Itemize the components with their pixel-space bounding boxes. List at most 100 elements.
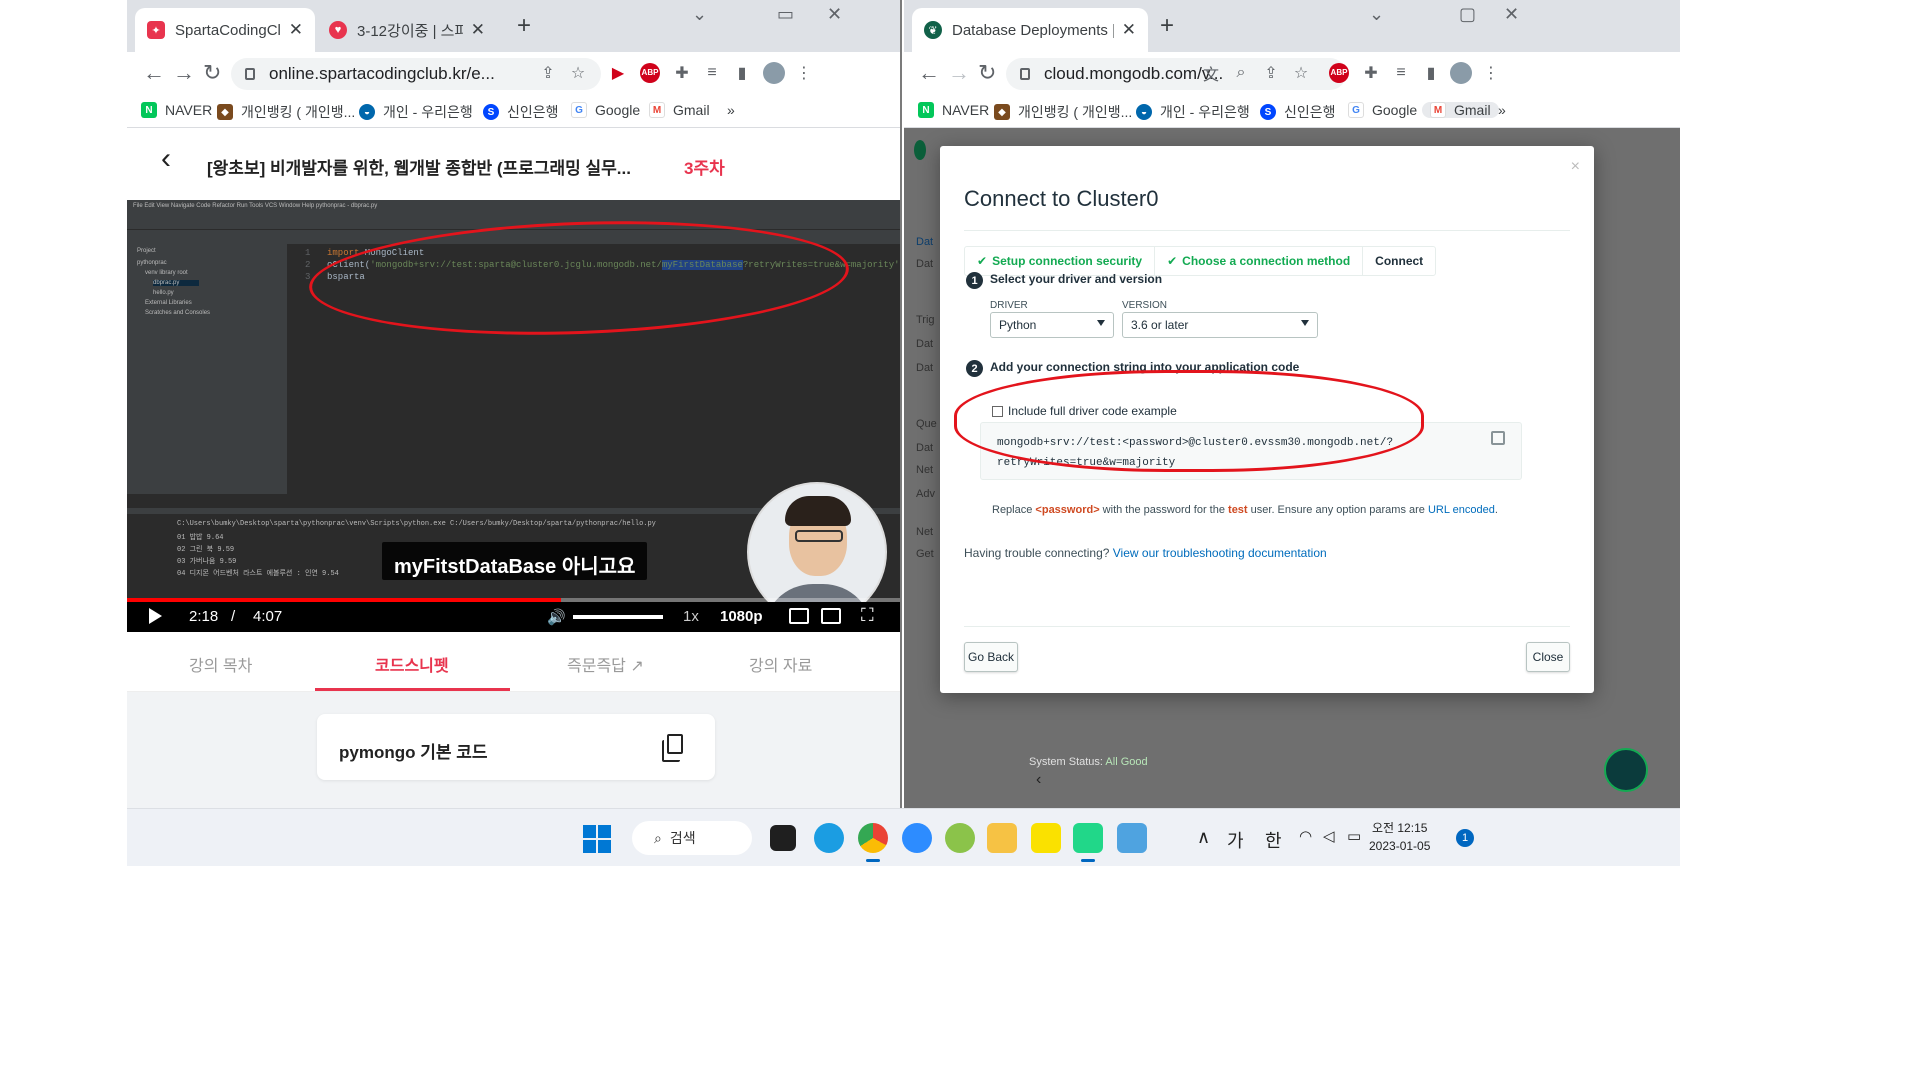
driver-select[interactable]: Python <box>990 312 1114 338</box>
play-icon[interactable] <box>149 608 162 624</box>
bookmark-star-icon[interactable]: ☆ <box>567 62 589 84</box>
tab-lecture-contents[interactable]: 강의 목차 <box>189 652 252 676</box>
zoom-icon[interactable]: ⌕ <box>1230 62 1252 84</box>
bookmark-google[interactable]: G Google <box>1348 102 1417 118</box>
new-tab-icon[interactable]: + <box>517 12 531 40</box>
minimize-icon[interactable]: ▭ <box>777 4 794 25</box>
tab-lecture-materials[interactable]: 강의 자료 <box>749 652 812 676</box>
share-icon[interactable]: ⇪ <box>537 62 559 84</box>
close-tab-icon[interactable]: ✕ <box>471 20 485 40</box>
troubleshooting-link[interactable]: View our troubleshooting documentation <box>1113 546 1327 560</box>
picture-in-picture-icon[interactable] <box>821 608 841 624</box>
volume-icon[interactable]: 🔊 <box>547 608 566 626</box>
zoom-icon[interactable] <box>902 823 932 853</box>
kebab-menu-icon[interactable]: ⋮ <box>793 62 815 84</box>
bookmark-gmail[interactable]: M Gmail <box>1422 102 1499 118</box>
chat-support-icon[interactable] <box>1604 748 1648 792</box>
copy-connection-icon[interactable] <box>1491 431 1505 445</box>
bookmark-personal-banking[interactable]: ◆ 개인뱅킹 ( 개인뱅... <box>994 102 1132 122</box>
wifi-icon[interactable]: ◠ <box>1299 827 1312 845</box>
tray-overflow-icon[interactable]: ∧ <box>1197 827 1210 848</box>
windows-start-icon[interactable] <box>583 825 611 853</box>
subtitles-icon[interactable] <box>789 608 809 624</box>
go-back-button[interactable]: Go Back <box>964 642 1018 672</box>
battery-icon[interactable]: ▭ <box>1347 827 1361 845</box>
kebab-menu-icon[interactable]: ⋮ <box>1480 62 1502 84</box>
translate-icon[interactable]: 文 <box>1200 62 1222 84</box>
side-panel-icon[interactable]: ▮ <box>731 62 753 84</box>
file-explorer-icon[interactable] <box>987 823 1017 853</box>
back-arrow-icon[interactable]: ← <box>918 60 940 86</box>
playback-speed[interactable]: 1x <box>683 608 699 625</box>
bookmark-shinhan[interactable]: S 신인은행 <box>483 102 559 122</box>
ime-language[interactable]: 한 <box>1265 827 1282 853</box>
bookmarks-overflow-icon[interactable]: » <box>727 102 735 118</box>
reading-list-icon[interactable]: ≡ <box>1390 62 1412 84</box>
taskbar-search[interactable]: ⌕ 검색 <box>632 821 752 855</box>
messenger-icon[interactable] <box>945 823 975 853</box>
tab-search-icon[interactable]: ⌄ <box>1369 4 1384 25</box>
copy-icon[interactable] <box>662 734 683 762</box>
back-arrow-icon[interactable]: ← <box>143 60 165 86</box>
tab-qna[interactable]: 즉문즉답 ↗ <box>567 652 644 676</box>
tab-spartacodingclub[interactable]: ✦ SpartaCodingClub ✕ <box>135 8 315 52</box>
fullscreen-icon[interactable]: ⛶ <box>861 605 874 626</box>
extensions-puzzle-icon[interactable]: ✚ <box>1360 62 1382 84</box>
forward-arrow-icon[interactable]: → <box>173 60 195 86</box>
step-setup-security[interactable]: ✔ Setup connection security <box>965 247 1156 275</box>
back-chevron-icon[interactable]: ‹ <box>161 142 171 176</box>
adblock-icon[interactable]: ABP <box>1329 63 1349 83</box>
forward-arrow-icon[interactable]: → <box>948 60 970 86</box>
bookmark-naver[interactable]: N NAVER <box>918 102 989 118</box>
close-button[interactable]: Close <box>1526 642 1570 672</box>
task-view-icon[interactable] <box>770 825 796 851</box>
pycharm-icon[interactable] <box>1073 823 1103 853</box>
close-tab-icon[interactable]: ✕ <box>289 20 303 40</box>
volume-slider[interactable] <box>573 615 663 619</box>
lecture-video-player[interactable]: File Edit View Navigate Code Refactor Ru… <box>127 200 900 632</box>
profile-avatar[interactable] <box>763 62 785 84</box>
bookmark-google[interactable]: G Google <box>571 102 640 118</box>
reload-icon[interactable]: ↻ <box>203 60 221 86</box>
close-tab-icon[interactable]: ✕ <box>1122 20 1136 40</box>
extensions-puzzle-icon[interactable]: ✚ <box>671 62 693 84</box>
chrome-icon[interactable] <box>858 823 888 853</box>
modal-close-icon[interactable]: × <box>1571 158 1580 176</box>
version-select[interactable]: 3.6 or later <box>1122 312 1318 338</box>
chevron-left-icon[interactable]: ‹ <box>1036 771 1041 789</box>
notification-badge[interactable]: 1 <box>1456 829 1474 847</box>
close-window-icon[interactable]: ✕ <box>1504 4 1519 25</box>
reload-icon[interactable]: ↻ <box>978 60 996 86</box>
tab-search-icon[interactable]: ⌄ <box>692 4 707 25</box>
bookmarks-overflow-icon[interactable]: » <box>1498 102 1506 118</box>
step-connect[interactable]: Connect <box>1363 247 1435 275</box>
taskbar-clock[interactable]: 오전 12:15 2023-01-05 <box>1369 819 1430 855</box>
maximize-icon[interactable]: ▢ <box>1459 4 1476 25</box>
step-choose-method[interactable]: ✔ Choose a connection method <box>1155 247 1364 275</box>
bookmark-star-icon[interactable]: ☆ <box>1290 62 1312 84</box>
edge-icon[interactable] <box>814 823 844 853</box>
bookmark-gmail[interactable]: M Gmail <box>649 102 710 118</box>
bookmark-naver[interactable]: N NAVER <box>141 102 212 118</box>
speaker-icon[interactable]: ◁ <box>1323 827 1335 845</box>
ime-mode[interactable]: 가 <box>1227 827 1244 853</box>
bookmark-woori[interactable]: ◒ 개인 - 우리은행 <box>1136 102 1250 122</box>
bookmark-personal-banking[interactable]: ◆ 개인뱅킹 ( 개인뱅... <box>217 102 355 122</box>
bookmark-woori[interactable]: ◒ 개인 - 우리은행 <box>359 102 473 122</box>
bookmark-shinhan[interactable]: S 신인은행 <box>1260 102 1336 122</box>
tab-code-snippets[interactable]: 코드스니펫 <box>375 652 449 676</box>
close-window-icon[interactable]: ✕ <box>827 4 842 25</box>
include-full-code-checkbox[interactable]: Include full driver code example <box>992 404 1177 418</box>
tab-database-deployments[interactable]: ❦ Database Deployments | Cloud ✕ <box>912 8 1148 52</box>
tab-lecture[interactable]: ♥ 3-12강이중 | 스파르타 ✕ <box>317 8 497 52</box>
reading-list-icon[interactable]: ≡ <box>701 62 723 84</box>
new-tab-icon[interactable]: + <box>1160 12 1174 40</box>
share-icon[interactable]: ⇪ <box>1260 62 1282 84</box>
notepad-icon[interactable] <box>1117 823 1147 853</box>
kakaotalk-icon[interactable] <box>1031 823 1061 853</box>
adblock-icon[interactable]: ABP <box>640 63 660 83</box>
extension-video-icon[interactable]: ▶ <box>607 62 629 84</box>
url-encoded-link[interactable]: URL encoded <box>1428 504 1495 516</box>
profile-avatar[interactable] <box>1450 62 1472 84</box>
side-panel-icon[interactable]: ▮ <box>1420 62 1442 84</box>
